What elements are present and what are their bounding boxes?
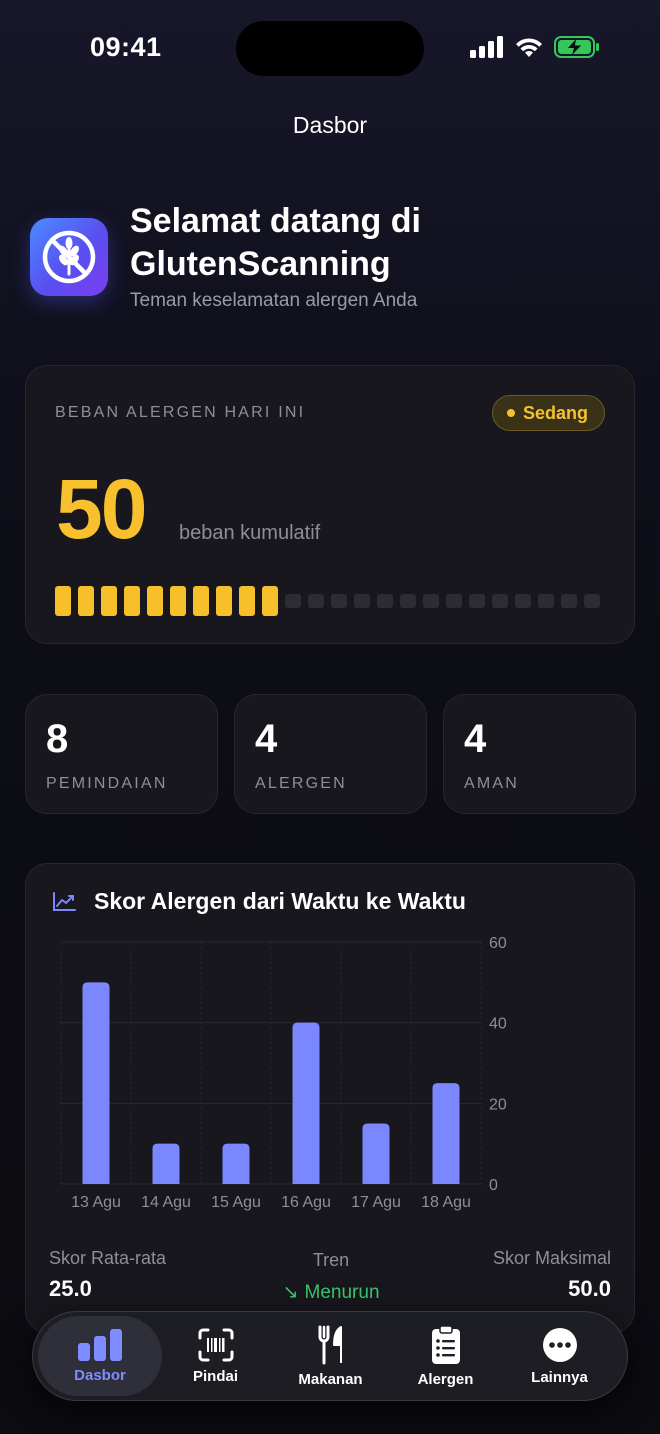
meter-segment-empty <box>492 594 508 608</box>
tab-label: Alergen <box>417 1370 474 1388</box>
stat-label: PEMINDAIAN <box>46 775 168 792</box>
tab-dashboard[interactable]: Dasbor <box>38 1316 162 1396</box>
trend-value: Menurun <box>304 1282 380 1303</box>
meter-segment-empty <box>377 594 393 608</box>
x-tick-label: 15 Agu <box>211 1194 261 1211</box>
chart-bar <box>362 1123 390 1184</box>
max-score-value: 50.0 <box>568 1276 611 1301</box>
tab-bar: Dasbor Pindai Makanan Alergen Lainnya <box>32 1311 628 1401</box>
status-bar: 09:41 <box>0 0 660 100</box>
allergen-load-value: 50 <box>56 462 147 556</box>
chart-bar <box>152 1143 180 1184</box>
tab-more[interactable]: Lainnya <box>502 1316 617 1396</box>
stat-label: AMAN <box>464 775 520 792</box>
welcome-subtitle: Teman keselamatan alergen Anda <box>130 290 418 311</box>
system-icons <box>470 36 600 58</box>
meter-segment-filled <box>262 586 278 616</box>
allergen-load-label: BEBAN ALERGEN HARI INI <box>55 404 306 421</box>
allergen-score-bar-chart: 0 20 40 60 13 Agu 14 Agu 15 Agu 16 Agu 17 Agu 18 … <box>60 935 507 1211</box>
stat-value: 4 <box>255 717 278 761</box>
tab-label: Lainnya <box>531 1368 588 1386</box>
allergen-load-meter <box>55 586 600 616</box>
chart-bar <box>82 982 110 1184</box>
welcome-title: Selamat datang di GlutenScanning <box>130 202 421 283</box>
allergen-load-unit: beban kumulatif <box>179 522 321 544</box>
meter-segment-filled <box>239 586 255 616</box>
stat-card-scans[interactable]: 8 PEMINDAIAN <box>25 694 218 814</box>
tab-label: Makanan <box>298 1370 363 1388</box>
wifi-icon <box>516 38 542 57</box>
severity-dot-icon <box>506 409 515 417</box>
meter-segment-empty <box>584 594 600 608</box>
stat-card-allergens[interactable]: 4 ALERGEN <box>234 694 427 814</box>
fork-knife-icon <box>318 1325 342 1364</box>
y-tick-label: 0 <box>489 1177 498 1194</box>
x-tick-label: 13 Agu <box>71 1194 121 1211</box>
meter-segment-empty <box>308 594 324 608</box>
meter-segment-empty <box>446 594 462 608</box>
chart-bar <box>222 1143 250 1184</box>
allergen-score-chart-card: 0 20 40 60 13 Agu 14 Agu 15 Agu 16 Agu 17 Agu 18 … <box>25 863 635 1333</box>
x-tick-label: 14 Agu <box>141 1194 191 1211</box>
meter-segment-empty <box>469 594 485 608</box>
chart-bar <box>432 1083 460 1184</box>
chart-title: Skor Alergen dari Waktu ke Waktu <box>94 888 466 914</box>
tab-label: Dasbor <box>74 1366 126 1384</box>
meter-segment-filled <box>193 586 209 616</box>
dynamic-island <box>236 21 424 76</box>
max-score-label: Skor Maksimal <box>492 1248 611 1268</box>
severity-badge: Sedang <box>491 395 605 431</box>
status-time: 09:41 <box>90 32 162 62</box>
trend-indicator: ↘ Menurun <box>26 1278 634 1304</box>
stat-value: 8 <box>46 717 69 761</box>
allergen-load-card: BEBAN ALERGEN HARI INI Sedang 50 beban k… <box>25 365 635 644</box>
tab-scan[interactable]: Pindai <box>158 1316 273 1396</box>
meter-segment-empty <box>515 594 531 608</box>
meter-segment-empty <box>400 594 416 608</box>
meter-segment-filled <box>78 586 94 616</box>
meter-segment-empty <box>285 594 301 608</box>
tab-allergens[interactable]: Alergen <box>388 1316 503 1396</box>
meter-segment-filled <box>101 586 117 616</box>
y-tick-label: 20 <box>489 1096 507 1113</box>
meter-segment-filled <box>216 586 232 616</box>
x-tick-label: 18 Agu <box>421 1194 471 1211</box>
clipboard-list-icon <box>431 1324 460 1364</box>
chart-header: Skor Alergen dari Waktu ke Waktu <box>52 888 466 915</box>
meter-segment-empty <box>423 594 439 608</box>
meter-segment-filled <box>55 586 71 616</box>
signal-icon <box>470 36 503 58</box>
chart-line-icon <box>53 891 76 911</box>
trend-down-icon: ↘ <box>282 1282 299 1303</box>
y-tick-label: 40 <box>489 1016 507 1033</box>
page-title: Dasbor <box>292 112 368 138</box>
tab-food[interactable]: Makanan <box>273 1316 388 1396</box>
stat-value: 4 <box>464 717 487 761</box>
app-logo <box>30 218 108 296</box>
meter-segment-empty <box>354 594 370 608</box>
meter-segment-empty <box>331 594 347 608</box>
meter-segment-empty <box>561 594 577 608</box>
meter-segment-filled <box>147 586 163 616</box>
barcode-scan-icon <box>198 1328 233 1361</box>
meter-segment-empty <box>538 594 554 608</box>
tab-label: Pindai <box>192 1367 238 1385</box>
meter-segment-filled <box>170 586 186 616</box>
chart-bar <box>292 1022 320 1184</box>
meter-segment-filled <box>124 586 140 616</box>
more-icon <box>542 1327 577 1362</box>
y-tick-label: 60 <box>489 935 507 952</box>
x-tick-label: 17 Agu <box>351 1194 401 1211</box>
battery-charging-icon <box>554 36 599 58</box>
stat-card-safe[interactable]: 4 AMAN <box>443 694 636 814</box>
stat-label: ALERGEN <box>255 775 347 792</box>
severity-badge-label: Sedang <box>522 402 588 423</box>
bar-chart-icon <box>78 1328 122 1361</box>
x-tick-label: 16 Agu <box>281 1194 331 1211</box>
gluten-free-icon <box>42 230 96 284</box>
